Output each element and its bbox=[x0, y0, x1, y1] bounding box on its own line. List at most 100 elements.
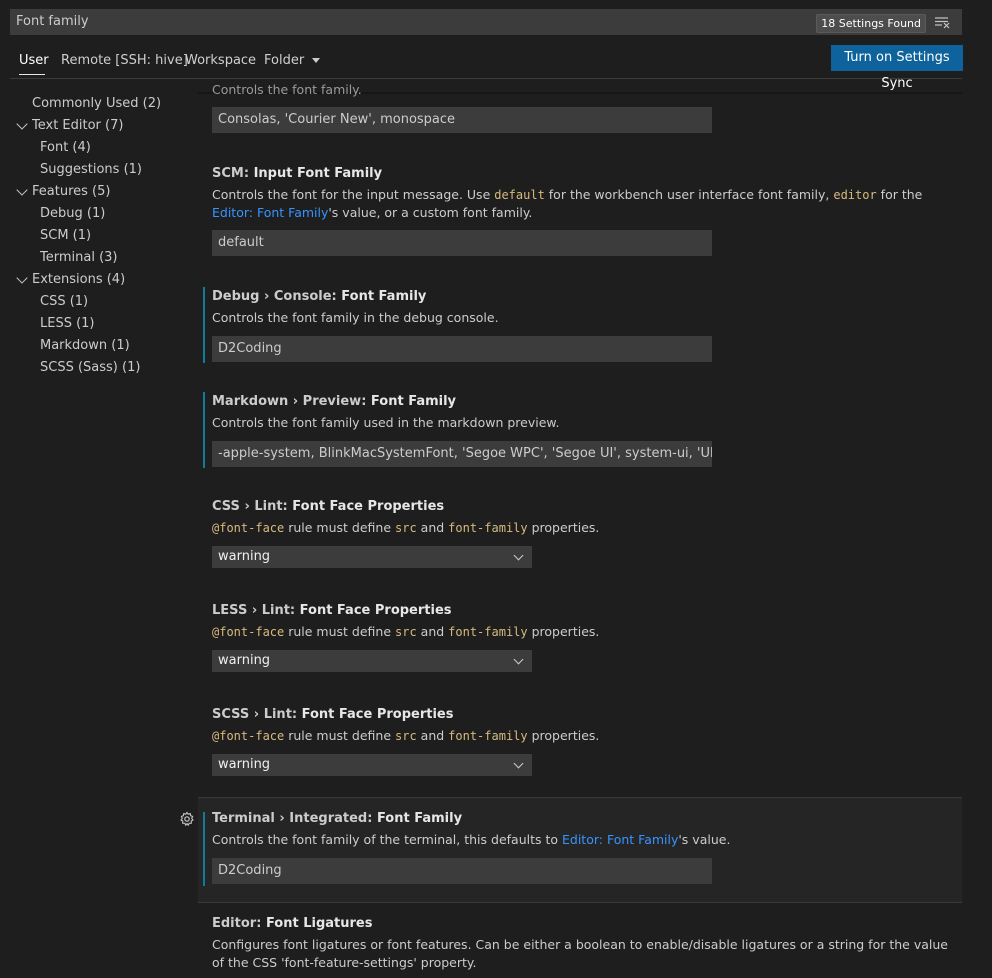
turn-on-settings-sync-button[interactable]: Turn on Settings Sync bbox=[831, 45, 963, 91]
setting-key: Font Family bbox=[376, 811, 463, 826]
css-lint-font-face-select[interactable]: warning bbox=[212, 546, 532, 568]
editor-font-family-link[interactable]: Editor: Font Family bbox=[212, 205, 328, 220]
toc-markdown[interactable]: Markdown (1) bbox=[40, 338, 130, 353]
setting-title: CSS › Lint: Font Face Properties bbox=[212, 499, 444, 514]
desc-text: 's value, or a custom font family. bbox=[328, 205, 533, 220]
modified-indicator bbox=[203, 287, 205, 363]
desc-text: and bbox=[416, 624, 449, 639]
desc-text: 's value. bbox=[678, 832, 731, 847]
setting-key: Font Family bbox=[370, 394, 457, 409]
setting-markdown-preview-font-family: Markdown › Preview: Font Family Controls… bbox=[198, 388, 962, 468]
desc-text: rule must define bbox=[284, 520, 395, 535]
chevron-down-icon bbox=[513, 654, 524, 665]
markdown-preview-font-family-input[interactable]: -apple-system, BlinkMacSystemFont, 'Sego… bbox=[212, 441, 712, 467]
setting-category: Debug › Console: bbox=[212, 289, 342, 304]
modified-indicator bbox=[203, 392, 205, 468]
setting-title: LESS › Lint: Font Face Properties bbox=[212, 603, 452, 618]
editor-font-family-input[interactable]: Consolas, 'Courier New', monospace bbox=[212, 107, 712, 133]
chevron-down-icon bbox=[312, 58, 321, 63]
toc-less[interactable]: LESS (1) bbox=[40, 316, 95, 331]
toc-scss[interactable]: SCSS (Sass) (1) bbox=[40, 360, 140, 375]
setting-css-lint-font-face: CSS › Lint: Font Face Properties @font-f… bbox=[198, 493, 962, 573]
scss-lint-font-face-select[interactable]: warning bbox=[212, 754, 532, 776]
tab-user[interactable]: User bbox=[19, 53, 49, 68]
setting-description: Controls the font family. bbox=[212, 82, 362, 97]
setting-key: Font Face Properties bbox=[292, 499, 445, 514]
setting-description: Controls the font family used in the mar… bbox=[212, 415, 560, 430]
clear-filter-icon[interactable] bbox=[934, 14, 952, 30]
code-font-family: font-family bbox=[448, 729, 528, 743]
select-value: warning bbox=[218, 757, 271, 772]
desc-text: and bbox=[416, 520, 449, 535]
chevron-down-icon[interactable] bbox=[16, 118, 28, 130]
setting-category: CSS › Lint: bbox=[212, 499, 293, 514]
setting-editor-font-family: Controls the font family. Consolas, 'Cou… bbox=[198, 80, 962, 140]
code-src: src bbox=[395, 521, 417, 535]
setting-description: Controls the font for the input message.… bbox=[212, 186, 952, 222]
setting-scm-input-font-family: SCM: Input Font Family Controls the font… bbox=[198, 160, 962, 260]
chevron-down-icon bbox=[513, 758, 524, 769]
tab-remote[interactable]: Remote [SSH: hive] bbox=[61, 53, 188, 68]
setting-key: Font Family bbox=[341, 289, 427, 304]
setting-title: SCM: Input Font Family bbox=[212, 166, 382, 181]
toc-suggestions[interactable]: Suggestions (1) bbox=[40, 162, 142, 177]
desc-text: Controls the font family of the terminal… bbox=[212, 832, 562, 847]
toc-debug[interactable]: Debug (1) bbox=[40, 206, 105, 221]
desc-text: properties. bbox=[527, 624, 600, 639]
toc-features[interactable]: Features (5) bbox=[32, 184, 110, 199]
code-editor: editor bbox=[833, 188, 877, 202]
setting-title: SCSS › Lint: Font Face Properties bbox=[212, 707, 454, 722]
active-tab-indicator bbox=[19, 74, 45, 75]
setting-category: Editor: bbox=[212, 916, 266, 931]
chevron-down-icon[interactable] bbox=[16, 184, 28, 196]
setting-key: Input Font Family bbox=[253, 166, 383, 181]
code-font-face: @font-face bbox=[212, 625, 285, 639]
setting-debug-console-font-family: Debug › Console: Font Family Controls th… bbox=[198, 283, 962, 363]
setting-title: Editor: Font Ligatures bbox=[212, 916, 372, 931]
gear-icon[interactable] bbox=[179, 811, 195, 827]
setting-scss-lint-font-face: SCSS › Lint: Font Face Properties @font-… bbox=[198, 701, 962, 781]
setting-key: Font Face Properties bbox=[301, 707, 454, 722]
setting-description: Configures font ligatures or font featur… bbox=[212, 937, 948, 970]
editor-font-family-link[interactable]: Editor: Font Family bbox=[562, 832, 678, 847]
settings-scope-tabs: User Remote [SSH: hive] Workspace Folder bbox=[10, 44, 962, 79]
scm-input-font-family-input[interactable]: default bbox=[212, 230, 712, 256]
toc-text-editor[interactable]: Text Editor (7) bbox=[32, 118, 123, 133]
setting-key: Font Ligatures bbox=[265, 916, 373, 931]
setting-title: Markdown › Preview: Font Family bbox=[212, 394, 456, 409]
less-lint-font-face-select[interactable]: warning bbox=[212, 650, 532, 672]
setting-description: @font-face rule must define src and font… bbox=[212, 727, 952, 745]
setting-category: SCM: bbox=[212, 166, 254, 181]
terminal-font-family-input[interactable]: D2Coding bbox=[212, 858, 712, 884]
code-font-face: @font-face bbox=[212, 729, 285, 743]
toc-commonly-used[interactable]: Commonly Used (2) bbox=[32, 96, 161, 111]
setting-title: Terminal › Integrated: Font Family bbox=[212, 811, 462, 826]
toc-font[interactable]: Font (4) bbox=[40, 140, 91, 155]
toc-css[interactable]: CSS (1) bbox=[40, 294, 88, 309]
code-font-face: @font-face bbox=[212, 521, 285, 535]
select-value: warning bbox=[218, 653, 271, 668]
desc-text: rule must define bbox=[284, 624, 395, 639]
toc-terminal[interactable]: Terminal (3) bbox=[40, 250, 118, 265]
setting-terminal-integrated-font-family: Terminal › Integrated: Font Family Contr… bbox=[198, 797, 962, 903]
modified-indicator bbox=[203, 812, 205, 886]
desc-text: properties. bbox=[527, 728, 600, 743]
desc-text: Controls the font for the input message.… bbox=[212, 187, 495, 202]
code-font-family: font-family bbox=[448, 625, 528, 639]
setting-description: @font-face rule must define src and font… bbox=[212, 623, 952, 641]
tab-workspace[interactable]: Workspace bbox=[185, 53, 256, 68]
debug-console-font-family-input[interactable]: D2Coding bbox=[212, 336, 712, 362]
desc-text: rule must define bbox=[284, 728, 395, 743]
settings-search-input[interactable]: Font family 18 Settings Found bbox=[10, 9, 962, 35]
toc-scm[interactable]: SCM (1) bbox=[40, 228, 91, 243]
setting-category: Markdown › Preview: bbox=[212, 394, 371, 409]
toc-extensions[interactable]: Extensions (4) bbox=[32, 272, 125, 287]
tab-folder[interactable]: Folder bbox=[264, 53, 321, 68]
chevron-down-icon[interactable] bbox=[16, 272, 28, 284]
code-default: default bbox=[494, 188, 545, 202]
tab-folder-label: Folder bbox=[264, 53, 305, 68]
code-font-family: font-family bbox=[448, 521, 528, 535]
code-src: src bbox=[395, 625, 417, 639]
setting-key: Font Face Properties bbox=[299, 603, 452, 618]
setting-editor-font-ligatures: Editor: Font Ligatures Configures font l… bbox=[198, 910, 962, 978]
